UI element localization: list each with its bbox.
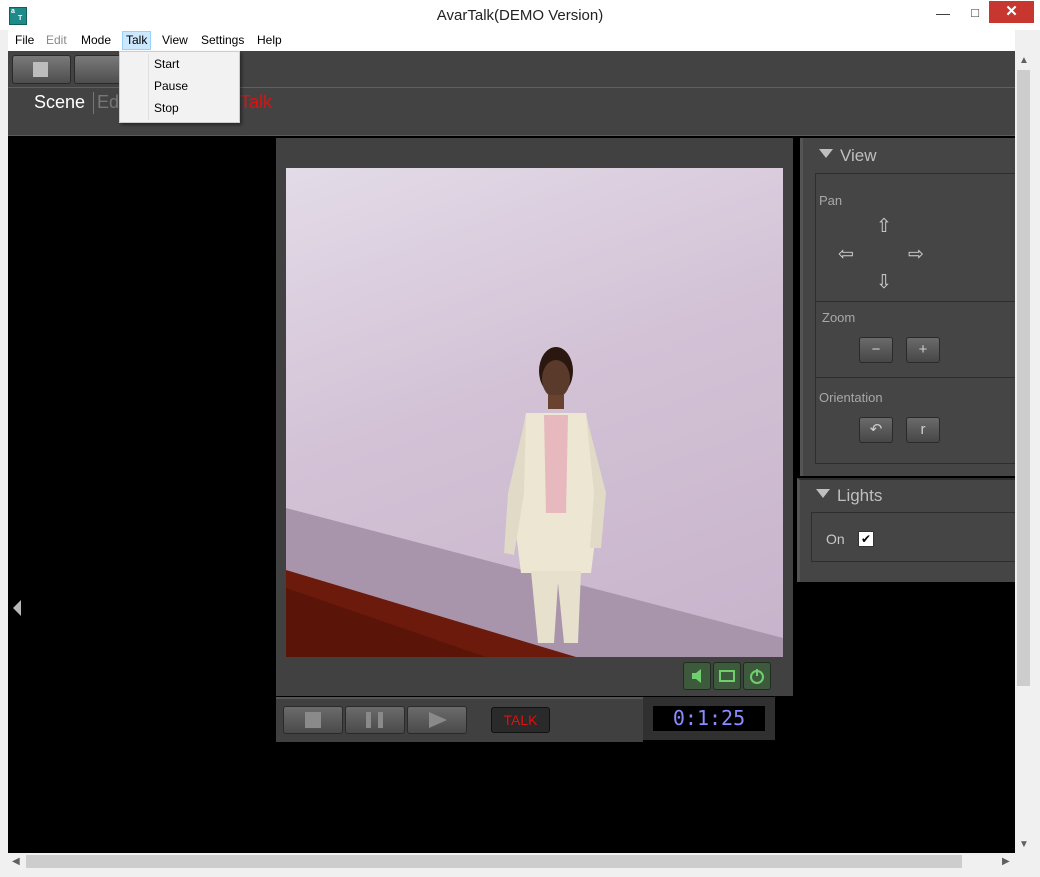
menu-file[interactable]: File [15,33,34,47]
divider [815,301,1015,302]
divider [815,377,1015,378]
menu-talk[interactable]: Talk [122,31,152,50]
menu-help[interactable]: Help [257,33,282,47]
window-title: AvarTalk(DEMO Version) [436,7,604,24]
horizontal-scroll-thumb[interactable] [26,855,962,868]
zoom-label: Zoom [822,310,856,325]
vertical-scroll-thumb[interactable] [1017,70,1030,686]
collapse-view-icon[interactable] [819,149,833,158]
lights-on-checkbox[interactable]: ✔ [858,531,874,547]
pause-icon [366,712,383,728]
collapse-left-icon[interactable] [13,600,21,616]
pan-up-icon[interactable]: ⇧ [876,215,892,238]
viewer-controls [683,662,773,690]
menu-mode[interactable]: Mode [81,33,111,47]
stop-icon [305,712,321,728]
screen-icon [719,670,735,682]
play-pause-button[interactable] [345,706,405,734]
speaker-icon [692,669,701,683]
pan-down-icon[interactable]: ⇩ [876,271,892,294]
pan-left-icon[interactable]: ⇦ [838,243,854,266]
rotate-left-button[interactable]: ↶ [859,417,893,443]
lights-panel-title: Lights [837,486,883,505]
menu-item-start[interactable]: Start [154,57,179,71]
pan-right-icon[interactable]: ⇨ [908,243,924,266]
screen-button[interactable] [713,662,741,690]
avatar-figure [504,347,606,643]
tab-separator [93,92,94,114]
power-button[interactable] [743,662,771,690]
menu-view[interactable]: View [162,33,188,47]
play-button[interactable] [407,706,467,734]
scroll-right-icon[interactable]: ▶ [1002,856,1010,867]
collapse-lights-icon[interactable] [816,489,830,498]
play-stop-button[interactable] [283,706,343,734]
power-icon [750,669,764,684]
tab-talk[interactable]: Talk [240,92,272,113]
zoom-in-button[interactable]: + [906,337,940,363]
maximize-button[interactable]: □ [962,4,988,24]
scroll-left-icon[interactable]: ◀ [12,856,20,867]
menu-item-stop[interactable]: Stop [154,101,179,115]
playback-bar: TALK [276,697,643,742]
scroll-down-icon[interactable]: ▼ [1019,839,1029,850]
talk-button[interactable]: TALK [491,707,550,733]
speaker-button[interactable] [683,662,711,690]
menu-settings[interactable]: Settings [201,33,244,47]
orientation-label: Orientation [819,390,883,405]
close-button[interactable]: ✕ [989,1,1034,23]
pan-label: Pan [819,193,843,208]
menu-edit[interactable]: Edit [46,33,67,47]
scroll-up-icon[interactable]: ▲ [1019,55,1029,66]
talk-dropdown-menu: Start Pause Stop [119,51,240,123]
zoom-out-button[interactable]: − [859,337,893,363]
view-panel-title: View [840,146,877,165]
lights-on-label: On [826,531,845,547]
minimize-button[interactable]: — [930,4,956,24]
rotate-right-button[interactable]: r [906,417,940,443]
avatar-viewport[interactable] [286,168,783,657]
toolbar-stop-button[interactable] [12,55,71,84]
time-display: 0:1:25 [653,706,765,731]
play-icon [429,712,447,728]
menu-bar: File Edit Mode Talk View Settings Help [8,30,1015,51]
tab-edit[interactable]: Ed [97,92,119,113]
menu-item-pause[interactable]: Pause [154,79,188,93]
tab-scene[interactable]: Scene [34,92,85,113]
